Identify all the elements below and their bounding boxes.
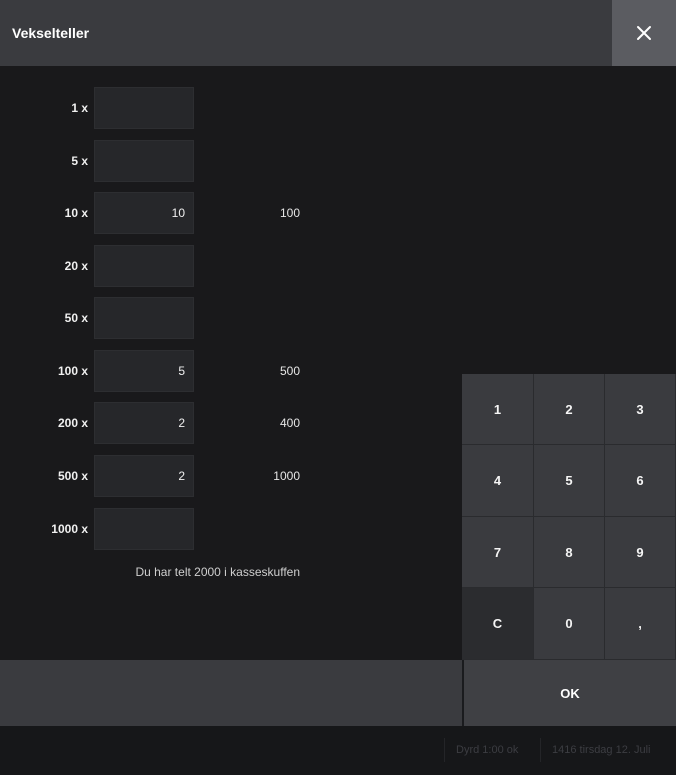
dialog-footer	[0, 660, 462, 726]
denomination-input-100[interactable]	[94, 350, 194, 392]
key-8[interactable]: 8	[534, 517, 605, 588]
denomination-label: 1 x	[71, 101, 88, 115]
denomination-total: 500	[279, 364, 300, 378]
denomination-total: 400	[279, 416, 300, 430]
denomination-total	[220, 245, 300, 287]
status-date-text: 1416 tirsdag 12. Juli	[552, 744, 651, 756]
denomination-label: 200 x	[57, 416, 88, 430]
denomination-input-1000[interactable]	[94, 508, 194, 550]
denomination-label: 20 x	[64, 259, 88, 273]
numeric-keypad: 1 2 3 4 5 6 7 8 9 C 0 ,	[462, 374, 676, 660]
denomination-label: 100 x	[57, 364, 88, 378]
key-3[interactable]: 3	[605, 374, 676, 445]
status-left-text: Dyrd 1:00 ok	[456, 744, 519, 756]
close-icon	[637, 26, 651, 40]
key-4[interactable]: 4	[462, 445, 534, 517]
denomination-row-10: 10 x 100	[0, 192, 330, 234]
denomination-input-200[interactable]	[94, 402, 194, 444]
key-1[interactable]: 1	[462, 374, 534, 445]
counted-summary: Du har telt 2000 i kasseskuffen	[135, 565, 300, 579]
denomination-input-5[interactable]	[94, 140, 194, 182]
denomination-label: 10 x	[64, 206, 88, 220]
denomination-total	[220, 297, 300, 339]
denomination-input-1[interactable]	[94, 87, 194, 129]
ok-button[interactable]: OK	[464, 660, 676, 726]
denomination-total	[220, 140, 300, 182]
denomination-input-20[interactable]	[94, 245, 194, 287]
denomination-label: 1000 x	[51, 522, 88, 536]
denomination-label: 500 x	[57, 469, 88, 483]
denomination-row-5: 5 x	[0, 140, 330, 182]
dialog-header: Vekselteller	[0, 0, 612, 66]
status-divider	[540, 738, 541, 762]
key-2[interactable]: 2	[534, 374, 605, 445]
denomination-row-500: 500 x 1000	[0, 455, 330, 497]
denomination-total: 1000	[273, 469, 300, 483]
denomination-total: 100	[279, 206, 300, 220]
dialog-title: Vekselteller	[12, 25, 90, 41]
denomination-label: 5 x	[71, 154, 88, 168]
denomination-input-500[interactable]	[94, 455, 194, 497]
status-divider	[444, 738, 445, 762]
denomination-total	[220, 508, 300, 550]
key-clear[interactable]: C	[462, 588, 534, 660]
status-bar: Dyrd 1:00 ok 1416 tirsdag 12. Juli	[0, 726, 676, 775]
key-7[interactable]: 7	[462, 517, 534, 588]
key-decimal[interactable]: ,	[605, 588, 676, 660]
denomination-row-200: 200 x 400	[0, 402, 330, 444]
denomination-row-50: 50 x	[0, 297, 330, 339]
key-6[interactable]: 6	[605, 445, 676, 517]
key-9[interactable]: 9	[605, 517, 676, 588]
denomination-input-50[interactable]	[94, 297, 194, 339]
denomination-total	[220, 87, 300, 129]
denomination-input-10[interactable]	[94, 192, 194, 234]
key-0[interactable]: 0	[534, 588, 605, 660]
close-button[interactable]	[612, 0, 676, 66]
denomination-row-20: 20 x	[0, 245, 330, 287]
key-5[interactable]: 5	[534, 445, 605, 517]
denomination-row-100: 100 x 500	[0, 350, 330, 392]
denomination-row-1: 1 x	[0, 87, 330, 129]
denomination-label: 50 x	[64, 311, 88, 325]
denomination-row-1000: 1000 x	[0, 508, 330, 550]
